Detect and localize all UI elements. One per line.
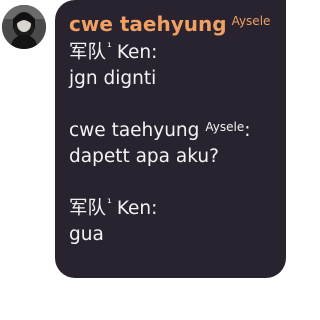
message-line: cwe taehyung Aysele : xyxy=(69,118,274,144)
message-text: dapett apa aku? xyxy=(69,146,219,167)
message-body: 军队 ¹ Ken: jgn dignti cwe taehyung Aysele… xyxy=(69,40,274,248)
message-text: gua xyxy=(69,224,104,245)
message-line: dapett apa aku? xyxy=(69,144,274,170)
mention-rest: Ken: xyxy=(116,198,158,219)
mention-superscript: Aysele xyxy=(205,120,245,134)
sender-avatar[interactable] xyxy=(2,5,46,49)
line-spacer xyxy=(69,92,274,118)
mention-rest: Ken: xyxy=(116,42,158,63)
line-spacer xyxy=(69,170,274,196)
mention-name: cwe taehyung xyxy=(69,120,200,141)
mention-superscript: ¹ xyxy=(107,196,112,210)
sender-header: cwe taehyung Aysele xyxy=(69,9,274,40)
message-line: 军队 ¹ Ken: xyxy=(69,40,274,66)
avatar-photo-icon xyxy=(2,5,46,49)
message-line: jgn dignti xyxy=(69,66,274,92)
chat-message-bubble: cwe taehyung Aysele 军队 ¹ Ken: jgn dignti… xyxy=(55,0,286,278)
message-text: jgn dignti xyxy=(69,68,157,89)
message-line: 军队 ¹ Ken: xyxy=(69,196,274,222)
mention-name: 军队 xyxy=(69,198,107,219)
sender-tag: Aysele xyxy=(231,14,271,28)
mention-superscript: ¹ xyxy=(107,40,112,54)
mention-name: 军队 xyxy=(69,42,107,63)
message-line: gua xyxy=(69,222,274,248)
sender-name[interactable]: cwe taehyung xyxy=(69,9,227,40)
mention-colon: : xyxy=(244,120,251,141)
